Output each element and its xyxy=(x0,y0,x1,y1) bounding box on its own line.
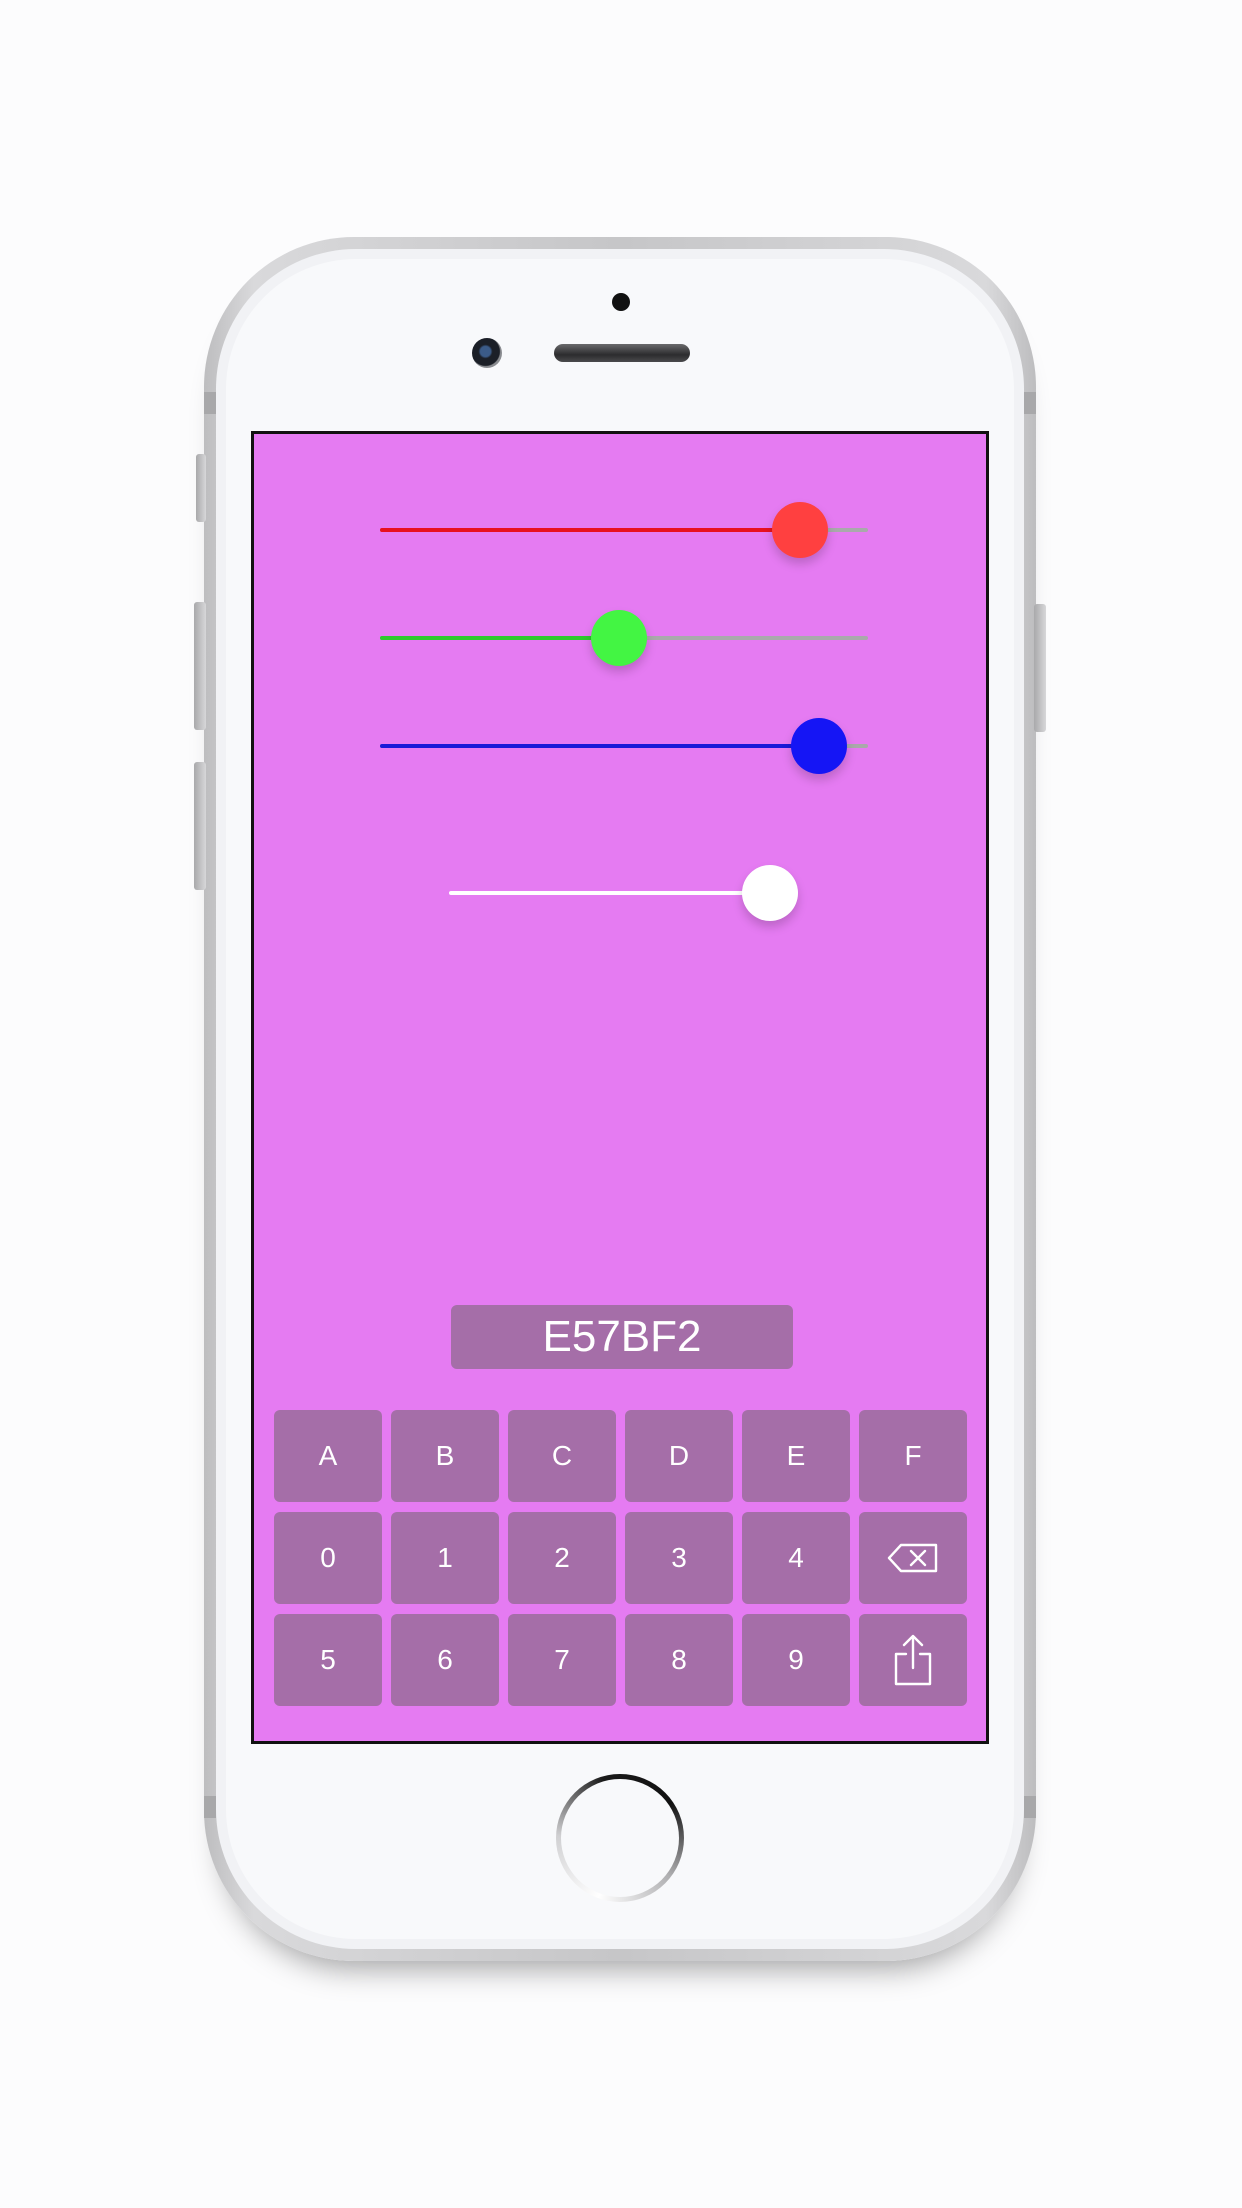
key-label: 1 xyxy=(437,1542,453,1573)
key-label: 0 xyxy=(320,1542,336,1573)
blue-slider-thumb[interactable] xyxy=(791,718,848,774)
backspace-icon xyxy=(887,1543,939,1573)
key-8[interactable]: 8 xyxy=(625,1614,733,1706)
key-label: 5 xyxy=(320,1644,336,1675)
share-icon xyxy=(893,1634,933,1686)
key-a[interactable]: A xyxy=(274,1410,382,1502)
key-c[interactable]: C xyxy=(508,1410,616,1502)
hex-keypad: A B C D E F 0 1 2 3 4 5 6 7 8 9 xyxy=(274,1410,970,1706)
key-2[interactable]: 2 xyxy=(508,1512,616,1604)
key-label: 9 xyxy=(788,1644,804,1675)
app-screen: E57BF2 A B C D E F 0 1 2 3 4 5 6 7 8 9 xyxy=(251,431,989,1744)
key-b[interactable]: B xyxy=(391,1410,499,1502)
power-button xyxy=(1034,604,1046,732)
key-7[interactable]: 7 xyxy=(508,1614,616,1706)
volume-down-button xyxy=(194,762,206,890)
red-slider[interactable] xyxy=(380,500,868,560)
key-label: D xyxy=(668,1440,690,1471)
key-9[interactable]: 9 xyxy=(742,1614,850,1706)
alpha-slider-fill xyxy=(449,891,771,895)
antenna-band xyxy=(1024,1796,1036,1818)
key-5[interactable]: 5 xyxy=(274,1614,382,1706)
mute-switch xyxy=(196,454,206,522)
key-label: E xyxy=(786,1440,806,1471)
key-f[interactable]: F xyxy=(859,1410,967,1502)
antenna-band xyxy=(204,392,216,414)
key-label: C xyxy=(551,1440,573,1471)
key-3[interactable]: 3 xyxy=(625,1512,733,1604)
alpha-slider[interactable] xyxy=(449,863,799,923)
key-label: 8 xyxy=(671,1644,687,1675)
key-6[interactable]: 6 xyxy=(391,1614,499,1706)
antenna-band xyxy=(204,1796,216,1818)
key-label: 7 xyxy=(554,1644,570,1675)
antenna-band xyxy=(1024,392,1036,414)
key-4[interactable]: 4 xyxy=(742,1512,850,1604)
home-button[interactable] xyxy=(556,1774,684,1902)
volume-up-button xyxy=(194,602,206,730)
alpha-slider-thumb[interactable] xyxy=(742,865,799,921)
key-e[interactable]: E xyxy=(742,1410,850,1502)
key-share[interactable] xyxy=(859,1614,967,1706)
key-label: 3 xyxy=(671,1542,687,1573)
proximity-sensor xyxy=(612,293,630,311)
key-label: A xyxy=(318,1440,338,1471)
blue-slider-fill xyxy=(380,744,820,748)
key-0[interactable]: 0 xyxy=(274,1512,382,1604)
hex-value-display: E57BF2 xyxy=(451,1305,793,1369)
key-label: 4 xyxy=(788,1542,804,1573)
key-label: B xyxy=(435,1440,455,1471)
key-backspace[interactable] xyxy=(859,1512,967,1604)
earpiece-speaker xyxy=(554,344,690,362)
key-1[interactable]: 1 xyxy=(391,1512,499,1604)
blue-slider[interactable] xyxy=(380,716,868,776)
red-slider-thumb[interactable] xyxy=(771,502,828,558)
green-slider-thumb[interactable] xyxy=(591,610,648,666)
key-label: 2 xyxy=(554,1542,570,1573)
green-slider[interactable] xyxy=(380,608,868,668)
key-label: 6 xyxy=(437,1644,453,1675)
front-camera xyxy=(472,338,502,368)
green-slider-fill xyxy=(380,636,620,640)
red-slider-fill xyxy=(380,528,800,532)
key-label: F xyxy=(904,1440,922,1471)
key-d[interactable]: D xyxy=(625,1410,733,1502)
